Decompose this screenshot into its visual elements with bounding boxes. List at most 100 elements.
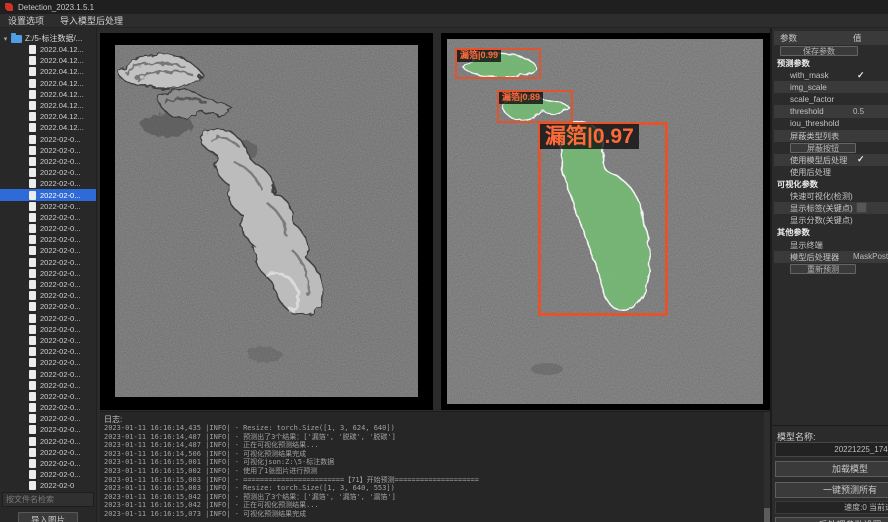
tree-item[interactable]: 2022-02-0 xyxy=(0,480,97,491)
tree-item[interactable]: 2022-02-0... xyxy=(0,189,97,200)
param-row[interactable]: 显示分数(关键点) xyxy=(774,214,888,226)
tree-item[interactable]: 2022-02-0... xyxy=(0,167,97,178)
param-row[interactable]: with_mask✓ xyxy=(774,69,888,81)
tree-item[interactable]: 2022-02-0... xyxy=(0,268,97,279)
param-row[interactable]: 重新预测 xyxy=(774,263,888,275)
tree-item[interactable]: 2022-02-0... xyxy=(0,380,97,391)
tree-root-label: Z:/5-标注数据/... xyxy=(25,33,82,44)
tree-item[interactable]: 2022-02-0... xyxy=(0,458,97,469)
tree-item[interactable]: 2022-02-0... xyxy=(0,447,97,458)
tree-item[interactable]: 2022.04.12... xyxy=(0,122,97,133)
tree-item[interactable]: 2022-02-0... xyxy=(0,245,97,256)
file-icon xyxy=(29,179,36,188)
tree-item[interactable]: 2022-02-0... xyxy=(0,391,97,402)
tree-item[interactable]: 2022-02-0... xyxy=(0,156,97,167)
tree-item[interactable]: 2022-02-0... xyxy=(0,279,97,290)
tree-item-label: 2022-02-0... xyxy=(40,392,80,401)
predict-all-button[interactable]: 一键预测所有 xyxy=(775,482,888,498)
postprocess-params-button[interactable]: 后处理参数设置 xyxy=(775,517,888,522)
tree-item-label: 2022.04.12... xyxy=(40,112,84,121)
param-row[interactable]: 快速可视化(检测) xyxy=(774,190,888,202)
param-name: 可视化参数 xyxy=(774,178,818,190)
tree-item[interactable]: 2022-02-0... xyxy=(0,357,97,368)
param-action-button[interactable]: 屏蔽按钮 xyxy=(790,143,856,153)
right-image-viewport[interactable]: 漏箔|0.99漏箔|0.89漏箔|0.97 xyxy=(447,39,763,404)
tree-item[interactable]: 2022-02-0... xyxy=(0,402,97,413)
param-name: 模型后处理器 xyxy=(774,251,839,263)
chevron-down-icon[interactable]: ▾ xyxy=(0,35,11,43)
unchecked-checkbox[interactable] xyxy=(853,202,867,215)
param-row[interactable]: 显示标签(关键点) xyxy=(774,202,888,214)
checked-checkbox[interactable]: ✓ xyxy=(853,154,865,165)
tree-item[interactable]: 2022-02-0... xyxy=(0,223,97,234)
param-row[interactable]: 屏蔽按钮 xyxy=(774,142,888,154)
tree-item-label: 2022-02-0... xyxy=(40,146,80,155)
tree-item[interactable]: 2022-02-0... xyxy=(0,257,97,268)
tree-item[interactable]: 2022-02-0... xyxy=(0,324,97,335)
param-name: 其他参数 xyxy=(774,226,810,238)
tree-item[interactable]: 2022-02-0... xyxy=(0,368,97,379)
tree-item-label: 2022.04.12... xyxy=(40,67,84,76)
parameters-panel: 参数 值 保存参数预测参数with_mask✓img_scalescale_fa… xyxy=(770,28,888,425)
param-action-button[interactable]: 保存参数 xyxy=(780,46,858,56)
file-icon xyxy=(29,258,36,267)
param-row[interactable]: iou_threshold xyxy=(774,118,888,130)
left-image-viewport[interactable] xyxy=(115,45,418,397)
tree-item[interactable]: 2022.04.12... xyxy=(0,55,97,66)
param-row[interactable]: 使用模型后处理✓ xyxy=(774,154,888,166)
tree-item[interactable]: 2022-02-0... xyxy=(0,335,97,346)
tree-item[interactable]: 2022.04.12... xyxy=(0,111,97,122)
tree-item[interactable]: 2022-02-0... xyxy=(0,413,97,424)
menu-item-1[interactable]: 导入模型后处理 xyxy=(60,14,123,27)
tree-item-label: 2022-02-0... xyxy=(40,224,80,233)
tree-item[interactable]: 2022-02-0... xyxy=(0,436,97,447)
param-section-header: 预测参数 xyxy=(774,57,888,69)
file-icon xyxy=(29,414,36,423)
file-icon xyxy=(29,213,36,222)
tree-item[interactable]: 2022.04.12... xyxy=(0,44,97,55)
tree-item-label: 2022-02-0 xyxy=(40,481,74,490)
checked-checkbox[interactable]: ✓ xyxy=(853,70,865,81)
tree-item-label: 2022-02-0... xyxy=(40,235,80,244)
import-images-button[interactable]: 导入图片 xyxy=(18,512,78,522)
filename-search-input[interactable] xyxy=(2,492,94,507)
tree-item[interactable]: 2022.04.12... xyxy=(0,100,97,111)
param-row[interactable]: 使用后处理 xyxy=(774,166,888,178)
tree-item[interactable]: 2022-02-0... xyxy=(0,346,97,357)
tree-item[interactable]: 2022.04.12... xyxy=(0,78,97,89)
tree-item[interactable]: 2022.04.12... xyxy=(0,66,97,77)
tree-item[interactable]: 2022-02-0... xyxy=(0,313,97,324)
param-row[interactable]: 屏蔽类型列表 xyxy=(774,130,888,142)
detection-bbox-2 xyxy=(538,122,668,316)
tree-item[interactable]: 2022-02-0... xyxy=(0,234,97,245)
tree-item[interactable]: 2022-02-0... xyxy=(0,290,97,301)
tree-item[interactable]: 2022-02-0... xyxy=(0,134,97,145)
param-row[interactable]: 显示终端 xyxy=(774,239,888,251)
param-row[interactable]: 保存参数 xyxy=(774,45,888,57)
tree-item[interactable]: 2022-02-0... xyxy=(0,178,97,189)
menu-item-0[interactable]: 设置选项 xyxy=(8,14,44,27)
tree-item-label: 2022-02-0... xyxy=(40,459,80,468)
tree-item-label: 2022-02-0... xyxy=(40,425,80,434)
log-line: 2023-01-11 16:16:15,003 |INFO| - =======… xyxy=(104,476,479,485)
tree-item[interactable]: 2022-02-0... xyxy=(0,469,97,480)
param-name: iou_threshold xyxy=(774,119,839,128)
tree-item-label: 2022-02-0... xyxy=(40,336,80,345)
tree-item[interactable]: 2022-02-0... xyxy=(0,301,97,312)
param-row[interactable]: 模型后处理器MaskPostPro xyxy=(774,251,888,263)
tree-item[interactable]: 2022-02-0... xyxy=(0,212,97,223)
param-row[interactable]: img_scale xyxy=(774,81,888,93)
tree-root-folder[interactable]: ▾ Z:/5-标注数据/... xyxy=(0,33,97,44)
tree-item[interactable]: 2022-02-0... xyxy=(0,201,97,212)
load-model-button[interactable]: 加载模型 xyxy=(775,461,888,477)
file-icon xyxy=(29,437,36,446)
param-row[interactable]: scale_factor xyxy=(774,93,888,105)
log-line: 2023-01-11 16:16:14,487 |INFO| - 预测出了3个结… xyxy=(104,433,479,442)
file-icon xyxy=(29,146,36,155)
tree-item[interactable]: 2022-02-0... xyxy=(0,424,97,435)
param-action-button[interactable]: 重新预测 xyxy=(790,264,856,274)
tree-item[interactable]: 2022-02-0... xyxy=(0,145,97,156)
param-row[interactable]: threshold0.5 xyxy=(774,105,888,117)
tree-item[interactable]: 2022.04.12... xyxy=(0,89,97,100)
file-icon xyxy=(29,280,36,289)
